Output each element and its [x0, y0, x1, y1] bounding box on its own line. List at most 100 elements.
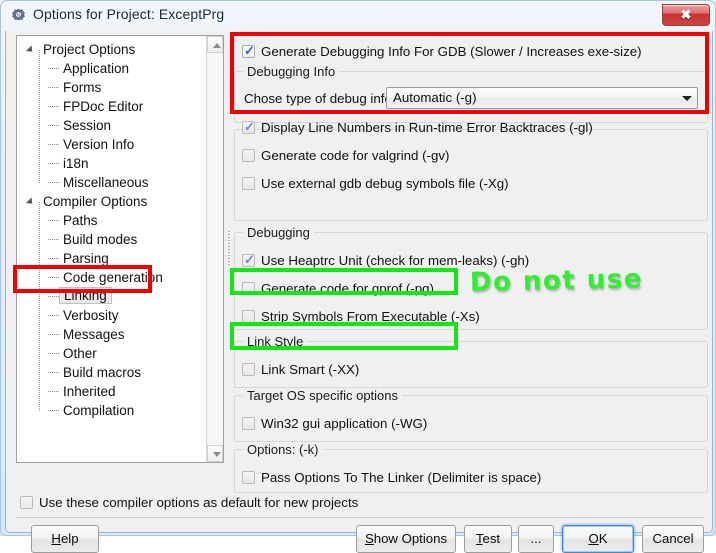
tree-item-label: Other	[63, 346, 97, 361]
checkbox-label: Generate code for valgrind (-gv)	[261, 148, 450, 163]
tree-item-messages[interactable]: Messages	[17, 325, 206, 344]
checkbox-box: ✓	[242, 253, 255, 267]
tree-item-label: Code generation	[63, 270, 163, 285]
options-tree[interactable]: Project Options Application Forms FPDoc Edi…	[16, 35, 224, 463]
group-title-target-os: Target OS specific options	[243, 388, 403, 403]
tree-node-list: Project Options Application Forms FPDoc Edi…	[17, 36, 206, 462]
label-choose-debug-type: Chose type of debug info	[244, 91, 392, 106]
tree-item-label: Paths	[63, 213, 98, 228]
tree-item-verbosity[interactable]: Verbosity	[17, 306, 206, 325]
checkbox-box	[242, 177, 255, 190]
test-button-label: Test	[475, 531, 501, 546]
tree-connector-icon	[48, 68, 59, 70]
tree-connector-icon	[48, 353, 59, 355]
checkbox-label: Win32 gui application (-WG)	[261, 416, 428, 431]
tree-connector-icon	[48, 258, 59, 260]
tree-connector-icon	[48, 315, 59, 317]
window-title: Options for Project: ExceptPrg	[33, 6, 225, 22]
tree-item-project-options[interactable]: Project Options	[17, 40, 206, 59]
show-options-button[interactable]: Show Options	[356, 525, 456, 553]
linking-options-pane: ✓ Generate Debugging Info For GDB (Slowe…	[234, 33, 712, 493]
tree-item-label: Messages	[63, 327, 125, 342]
chevron-down-icon	[213, 452, 221, 457]
tree-item-miscellaneous[interactable]: Miscellaneous	[17, 173, 206, 192]
show-options-button-label: Show Options	[364, 531, 448, 546]
close-button[interactable]: ✖	[662, 4, 710, 26]
tree-item-compiler-options[interactable]: Compiler Options	[17, 192, 206, 211]
tree-connector-icon	[48, 220, 59, 222]
gear-icon: %	[10, 8, 27, 25]
tree-item-paths[interactable]: Paths	[17, 211, 206, 230]
group-title-options-k: Options: (-k)	[243, 442, 323, 457]
chevron-up-icon	[213, 43, 221, 48]
tree-item-application[interactable]: Application	[17, 59, 206, 78]
screenshot-root: % Options for Project: ExceptPrg ✖ Proje…	[0, 0, 716, 553]
pane-splitter[interactable]	[225, 35, 233, 463]
tree-item-label: Verbosity	[63, 308, 119, 323]
tree-item-session[interactable]: Session	[17, 116, 206, 135]
cancel-button-label: Cancel	[652, 531, 694, 546]
tree-item-other[interactable]: Other	[17, 344, 206, 363]
tree-item-inherited[interactable]: Inherited	[17, 382, 206, 401]
tree-item-label: Version Info	[63, 137, 135, 152]
tree-item-forms[interactable]: Forms	[17, 78, 206, 97]
dialog-client-area: Project Options Application Forms FPDoc Edi…	[5, 31, 713, 553]
tree-scrollbar[interactable]	[206, 36, 223, 462]
checkbox-label: Pass Options To The Linker (Delimiter is…	[261, 470, 542, 485]
combo-debug-info-type[interactable]: Automatic (-g)	[386, 87, 698, 109]
checkbox-box	[242, 149, 255, 162]
checkbox-box	[20, 496, 33, 509]
checkbox-box	[242, 282, 255, 295]
splitter-grip-icon	[228, 231, 230, 267]
tree-item-compilation[interactable]: Compilation	[17, 401, 206, 420]
tree-item-version-info[interactable]: Version Info	[17, 135, 206, 154]
tree-item-label: Project Options	[43, 42, 136, 57]
tree-connector-icon	[48, 410, 59, 412]
tree-item-label: Compilation	[63, 403, 135, 418]
tree-item-build-macros[interactable]: Build macros	[17, 363, 206, 382]
checkbox-label: Strip Symbols From Executable (-Xs)	[261, 309, 480, 324]
tree-item-label: Inherited	[63, 384, 116, 399]
help-button[interactable]: Help	[31, 525, 99, 553]
checkbox-box	[242, 363, 255, 376]
tree-item-label: Linking	[59, 287, 112, 304]
checkbox-label: Use external gdb debug symbols file (-Xg…	[261, 176, 509, 191]
cancel-button[interactable]: Cancel	[642, 525, 704, 553]
tree-item-code-generation[interactable]: Code generation	[17, 268, 206, 287]
combo-selected-value: Automatic (-g)	[393, 90, 477, 105]
tree-connector-icon	[48, 239, 59, 241]
tree-connector-icon	[48, 296, 59, 298]
test-button[interactable]: Test	[464, 525, 512, 553]
checkbox-label: Generate code for gprof (-pg)	[261, 281, 434, 296]
tree-item-build-modes[interactable]: Build modes	[17, 230, 206, 249]
tree-item-label: FPDoc Editor	[63, 99, 144, 114]
expander-triangle-icon[interactable]	[25, 45, 36, 55]
ellipsis-button[interactable]: ...	[518, 525, 554, 553]
scroll-up-button[interactable]	[207, 36, 223, 53]
tree-item-i18n[interactable]: i18n	[17, 154, 206, 173]
help-button-label: Help	[51, 531, 79, 546]
tree-item-label: Build macros	[63, 365, 142, 380]
tree-connector-icon	[48, 87, 59, 89]
tree-item-parsing[interactable]: Parsing	[17, 249, 206, 268]
checkbox-box: ✓	[242, 43, 255, 58]
tree-item-linking[interactable]: Linking	[17, 287, 206, 306]
tree-item-label: Compiler Options	[43, 194, 148, 209]
tree-item-label: Application	[63, 61, 130, 76]
ok-button[interactable]: OK	[562, 525, 634, 553]
tree-item-label: Session	[63, 118, 112, 133]
checkbox-box	[242, 471, 255, 484]
scroll-down-button[interactable]	[207, 445, 223, 462]
options-dialog-window: % Options for Project: ExceptPrg ✖ Proje…	[0, 0, 716, 553]
check-icon: ✓	[244, 43, 255, 58]
tree-item-label: Parsing	[63, 251, 109, 266]
expander-triangle-icon[interactable]	[25, 197, 36, 207]
checkbox-label: Link Smart (-XX)	[261, 362, 360, 377]
chevron-down-icon[interactable]	[678, 90, 695, 106]
tree-connector-icon	[48, 372, 59, 374]
ellipsis-button-label: ...	[530, 531, 542, 546]
tree-item-fpdoc-editor[interactable]: FPDoc Editor	[17, 97, 206, 116]
tree-connector-icon	[48, 144, 59, 146]
tree-connector-icon	[48, 391, 59, 393]
checkbox-box	[242, 417, 255, 430]
